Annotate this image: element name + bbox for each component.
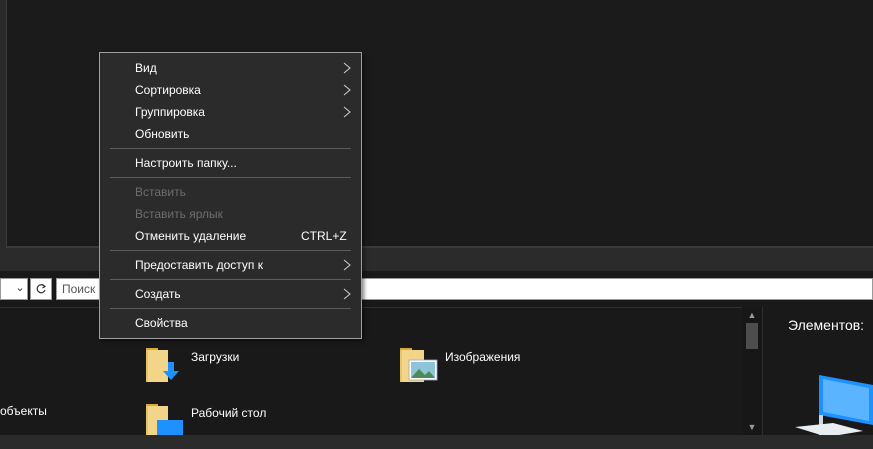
scrollbar[interactable]: ▲ ▼ bbox=[742, 307, 762, 435]
menu-item-label: Обновить bbox=[135, 127, 190, 141]
chevron-right-icon bbox=[343, 84, 351, 96]
menu-item-customize-folder[interactable]: Настроить папку... bbox=[101, 152, 360, 174]
scroll-down-icon[interactable]: ▼ bbox=[742, 421, 762, 433]
scroll-thumb[interactable] bbox=[746, 323, 758, 349]
menu-item-view[interactable]: Вид bbox=[101, 57, 360, 79]
menu-item-paste-shortcut: Вставить ярлык bbox=[101, 203, 360, 225]
menu-item-group[interactable]: Группировка bbox=[101, 101, 360, 123]
left-edge bbox=[0, 0, 7, 248]
menu-separator bbox=[110, 177, 351, 178]
menu-item-sort[interactable]: Сортировка bbox=[101, 79, 360, 101]
menu-item-label: Сортировка bbox=[135, 83, 201, 97]
file-label-partial[interactable]: объекты bbox=[0, 404, 47, 418]
computer-icon bbox=[795, 375, 873, 437]
menu-separator bbox=[110, 148, 351, 149]
chevron-right-icon bbox=[343, 259, 351, 271]
menu-separator bbox=[110, 250, 351, 251]
menu-separator bbox=[110, 308, 351, 309]
file-item-downloads[interactable]: Загрузки bbox=[145, 344, 239, 384]
menu-item-label: Предоставить доступ к bbox=[135, 258, 263, 272]
desktop-folder-icon bbox=[145, 400, 185, 440]
chevron-down-icon[interactable]: ⌄ bbox=[14, 282, 26, 294]
menu-separator bbox=[110, 279, 351, 280]
menu-item-properties[interactable]: Свойства bbox=[101, 312, 360, 334]
downloads-folder-icon bbox=[145, 344, 185, 384]
menu-item-paste: Вставить bbox=[101, 181, 360, 203]
context-menu: Вид Сортировка Группировка Обновить Наст… bbox=[99, 52, 362, 339]
menu-item-label: Отменить удаление bbox=[135, 229, 247, 243]
menu-item-label: Группировка bbox=[135, 105, 205, 119]
menu-item-label: Свойства bbox=[135, 316, 188, 330]
menu-item-label: Вставить ярлык bbox=[135, 207, 223, 221]
file-label: Изображения bbox=[445, 350, 521, 364]
status-bar bbox=[0, 435, 873, 449]
details-pane: Элементов: bbox=[762, 307, 873, 437]
details-title: Элементов: bbox=[788, 317, 865, 333]
explorer-window: ⌄ Поиск Загрузки Изображения Рабочий сто… bbox=[0, 0, 873, 449]
chevron-right-icon bbox=[343, 106, 351, 118]
file-item-desktop[interactable]: Рабочий стол bbox=[145, 400, 266, 440]
menu-item-label: Создать bbox=[135, 287, 181, 301]
refresh-button[interactable] bbox=[30, 278, 52, 300]
menu-item-label: Настроить папку... bbox=[135, 156, 237, 170]
menu-item-shortcut: CTRL+Z bbox=[301, 229, 347, 243]
menu-item-refresh[interactable]: Обновить bbox=[101, 123, 360, 145]
chevron-right-icon bbox=[343, 288, 351, 300]
menu-item-give-access[interactable]: Предоставить доступ к bbox=[101, 254, 360, 276]
menu-item-label: Вставить bbox=[135, 185, 186, 199]
scroll-up-icon[interactable]: ▲ bbox=[742, 309, 762, 321]
menu-item-undo-delete[interactable]: Отменить удаление CTRL+Z bbox=[101, 225, 360, 247]
chevron-right-icon bbox=[343, 62, 351, 74]
refresh-icon bbox=[36, 284, 47, 294]
file-label: Загрузки bbox=[191, 350, 240, 364]
menu-item-label: Вид bbox=[135, 61, 157, 75]
file-item-pictures[interactable]: Изображения bbox=[399, 344, 520, 384]
pictures-folder-icon bbox=[399, 344, 439, 384]
menu-item-new[interactable]: Создать bbox=[101, 283, 360, 305]
file-label: Рабочий стол bbox=[191, 406, 267, 420]
